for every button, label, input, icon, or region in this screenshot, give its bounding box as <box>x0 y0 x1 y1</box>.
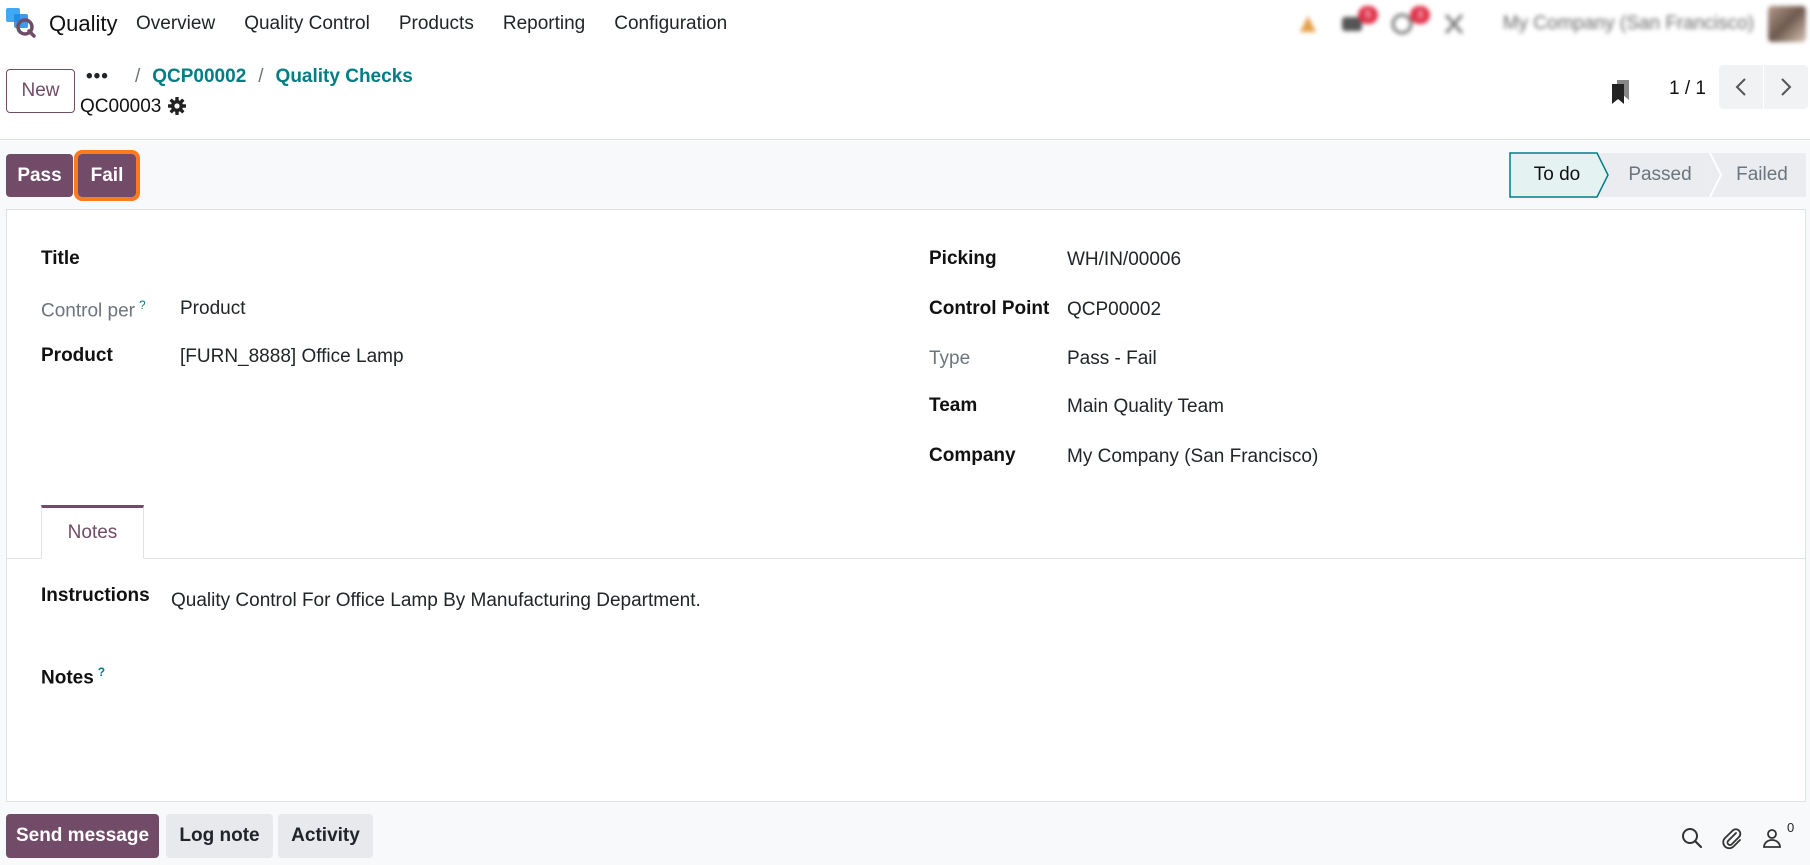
tab-notes[interactable]: Notes <box>41 505 144 559</box>
followers-icon[interactable] <box>1760 826 1784 850</box>
status-bar: To do Passed Failed <box>1509 152 1807 198</box>
breadcrumb-control-point[interactable]: QCP00002 <box>152 66 246 88</box>
product-field[interactable]: [FURN_8888] Office Lamp <box>180 346 404 368</box>
app-name[interactable]: Quality <box>49 11 117 37</box>
log-note-button[interactable]: Log note <box>166 814 273 858</box>
activities-badge: 3 <box>1410 6 1430 24</box>
fail-button[interactable]: Fail <box>74 150 140 201</box>
messages-badge: 5 <box>1358 6 1378 24</box>
user-avatar[interactable] <box>1768 6 1806 42</box>
activity-button[interactable]: Activity <box>278 814 373 858</box>
stage-to-do[interactable]: To do <box>1509 152 1605 198</box>
picking-field[interactable]: WH/IN/00006 <box>1067 249 1181 271</box>
control-panel: New ••• / QCP00002 / Quality Checks QC00… <box>0 48 1810 140</box>
product-label: Product <box>41 345 113 366</box>
menu-products[interactable]: Products <box>399 13 474 35</box>
breadcrumb-quality-checks[interactable]: Quality Checks <box>276 66 413 88</box>
notes-label-text: Notes <box>41 667 94 689</box>
menu-reporting[interactable]: Reporting <box>503 13 585 35</box>
pager-next-button[interactable] <box>1764 65 1808 109</box>
debug-icon[interactable] <box>1296 12 1320 36</box>
stage-passed[interactable]: Passed <box>1615 152 1705 198</box>
instructions-label: Instructions <box>41 585 150 606</box>
chevron-right-icon <box>1781 78 1792 96</box>
picking-label: Picking <box>929 248 997 269</box>
record-name: QC00003 <box>80 96 162 117</box>
top-navbar: Quality Overview Quality Control Product… <box>0 0 1810 48</box>
notes-label: Notes? <box>41 665 105 689</box>
team-field[interactable]: Main Quality Team <box>1067 396 1224 418</box>
switch-company-icon[interactable] <box>1443 12 1465 36</box>
company-switcher[interactable]: My Company (San Francisco) <box>1503 13 1754 35</box>
quality-app-logo-icon[interactable] <box>6 8 36 38</box>
breadcrumb-separator: / <box>258 66 264 87</box>
pager-previous-button[interactable] <box>1719 65 1763 109</box>
company-label: Company <box>929 445 1016 466</box>
control-point-label: Control Point <box>929 298 1050 319</box>
company-field[interactable]: My Company (San Francisco) <box>1067 446 1318 468</box>
search-icon[interactable] <box>1680 826 1704 850</box>
chevron-left-icon <box>1735 78 1746 96</box>
menu-quality-control[interactable]: Quality Control <box>244 13 370 35</box>
paperclip-icon[interactable] <box>1720 826 1744 850</box>
followers-count: 0 <box>1787 820 1795 835</box>
main-menu: Overview Quality Control Products Report… <box>136 13 756 35</box>
pass-button[interactable]: Pass <box>6 154 73 197</box>
systray: 5 3 My Company (San Francisco) <box>1290 0 1810 48</box>
breadcrumb-separator: / <box>134 66 141 87</box>
gear-icon[interactable] <box>167 96 187 116</box>
tabs-divider <box>7 558 1805 559</box>
control-per-label-text: Control per <box>41 300 135 322</box>
instructions-field[interactable]: Quality Control For Office Lamp By Manuf… <box>171 590 701 612</box>
menu-configuration[interactable]: Configuration <box>614 13 727 35</box>
form-sheet: Title Control per? Product Product [FURN… <box>6 209 1806 802</box>
title-label: Title <box>41 248 80 269</box>
breadcrumb: ••• / QCP00002 / Quality Checks <box>86 66 413 88</box>
team-label: Team <box>929 395 978 416</box>
send-message-button[interactable]: Send message <box>6 814 159 858</box>
bookmark-icon[interactable] <box>1609 78 1633 106</box>
pager-value[interactable]: 1 / 1 <box>1669 78 1706 100</box>
type-label: Type <box>929 348 971 369</box>
stage-failed[interactable]: Failed <box>1719 152 1805 198</box>
new-button[interactable]: New <box>6 69 75 113</box>
help-tooltip-icon[interactable]: ? <box>98 665 105 679</box>
help-tooltip-icon[interactable]: ? <box>139 298 146 312</box>
control-per-field[interactable]: Product <box>180 298 245 320</box>
control-per-label: Control per? <box>41 298 146 322</box>
control-point-field[interactable]: QCP00002 <box>1067 299 1161 321</box>
type-field[interactable]: Pass - Fail <box>1067 348 1157 370</box>
menu-overview[interactable]: Overview <box>136 13 215 35</box>
chatter-bar: Send message Log note Activity 0 <box>0 802 1810 865</box>
breadcrumb-more-icon[interactable]: ••• <box>86 66 109 88</box>
